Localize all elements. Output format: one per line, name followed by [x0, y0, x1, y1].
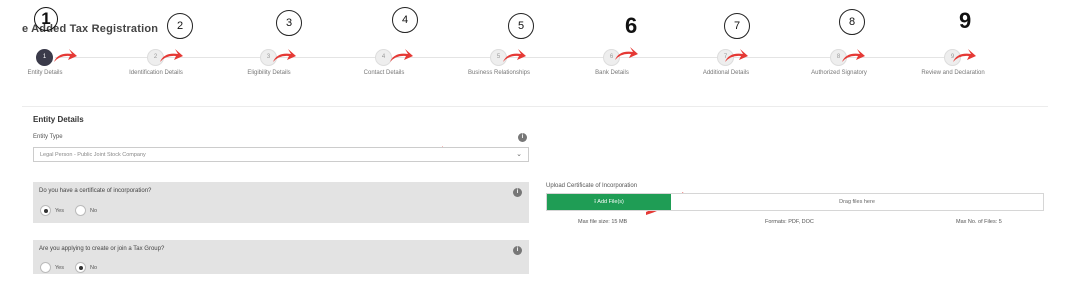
upload-dropzone[interactable]: ⭱ Add File(s) Drag files here — [546, 193, 1044, 211]
entity-type-label: Entity Type — [33, 134, 63, 140]
tax-group-question-panel: Are you applying to create or join a Tax… — [33, 240, 529, 274]
annotation-marker-7: 7 — [724, 13, 750, 39]
annotation-marker-8: 8 — [839, 9, 865, 35]
certificate-no-radio[interactable] — [75, 205, 86, 216]
info-icon[interactable]: i — [513, 188, 522, 197]
tax-group-no-radio[interactable] — [75, 262, 86, 273]
tax-group-yes-label: Yes — [55, 265, 64, 271]
arrow-step-1 — [54, 49, 77, 62]
step-label: Bank Details — [595, 70, 629, 76]
certificate-yes-radio[interactable] — [40, 205, 51, 216]
annotation-marker-3: 3 — [276, 10, 302, 36]
step-label: Contact Details — [363, 70, 405, 76]
section-title: Entity Details — [33, 115, 84, 124]
certificate-question-text: Do you have a certificate of incorporati… — [39, 188, 152, 194]
max-file-size: Max file size: 15 MB — [578, 219, 628, 225]
chevron-down-icon: ⌄ — [516, 151, 522, 158]
tax-group-question-text: Are you applying to create or join a Tax… — [39, 246, 165, 252]
step-label: Review and Declaration — [921, 70, 985, 76]
step-label: Authorized Signatory — [811, 70, 867, 76]
step-number: 1 — [36, 49, 53, 66]
certificate-yes-label: Yes — [55, 208, 64, 214]
drag-files-text: Drag files here — [839, 199, 875, 205]
step-number: 8 — [830, 49, 847, 66]
step-label: Business Relationships — [467, 70, 531, 76]
entity-type-select[interactable]: Legal Person - Public Joint Stock Compan… — [33, 147, 529, 162]
step-number: 3 — [260, 49, 277, 66]
add-files-label: Add File(s) — [597, 199, 624, 205]
step-number: 7 — [717, 49, 734, 66]
step-label: Identification Details — [129, 70, 183, 76]
add-files-button[interactable]: ⭱ Add File(s) — [547, 194, 671, 210]
step-number: 2 — [147, 49, 164, 66]
max-file-count: Max No. of Files: 5 — [956, 219, 1002, 225]
upload-label: Upload Certificate of Incorporation — [546, 183, 638, 189]
tax-group-no-label: No — [90, 265, 98, 271]
annotation-marker-9: 9 — [959, 8, 972, 33]
info-icon[interactable]: i — [513, 246, 522, 255]
tax-group-yes-radio[interactable] — [40, 262, 51, 273]
annotation-marker-2: 2 — [167, 13, 193, 39]
annotation-marker-6: 6 — [625, 13, 638, 38]
step-label: Additional Details — [702, 70, 750, 76]
certificate-question-panel: Do you have a certificate of incorporati… — [33, 182, 529, 223]
step-label: Eligibility Details — [247, 70, 291, 76]
step-number: 4 — [375, 49, 392, 66]
annotation-marker-1: 1 — [34, 7, 58, 31]
annotation-marker-4: 4 — [392, 7, 418, 33]
step-number: 6 — [603, 49, 620, 66]
step-number: 9 — [944, 49, 961, 66]
step-number: 5 — [490, 49, 507, 66]
file-formats: Formats: PDF, DOC — [765, 219, 814, 225]
arrow-step-4 — [390, 49, 413, 62]
step-label: Entity Details — [27, 70, 63, 76]
info-icon[interactable]: i — [518, 133, 527, 142]
certificate-no-label: No — [90, 208, 98, 214]
annotation-marker-5: 5 — [508, 13, 534, 39]
entity-type-value: Legal Person - Public Joint Stock Compan… — [40, 152, 146, 158]
header-divider — [22, 106, 1048, 107]
